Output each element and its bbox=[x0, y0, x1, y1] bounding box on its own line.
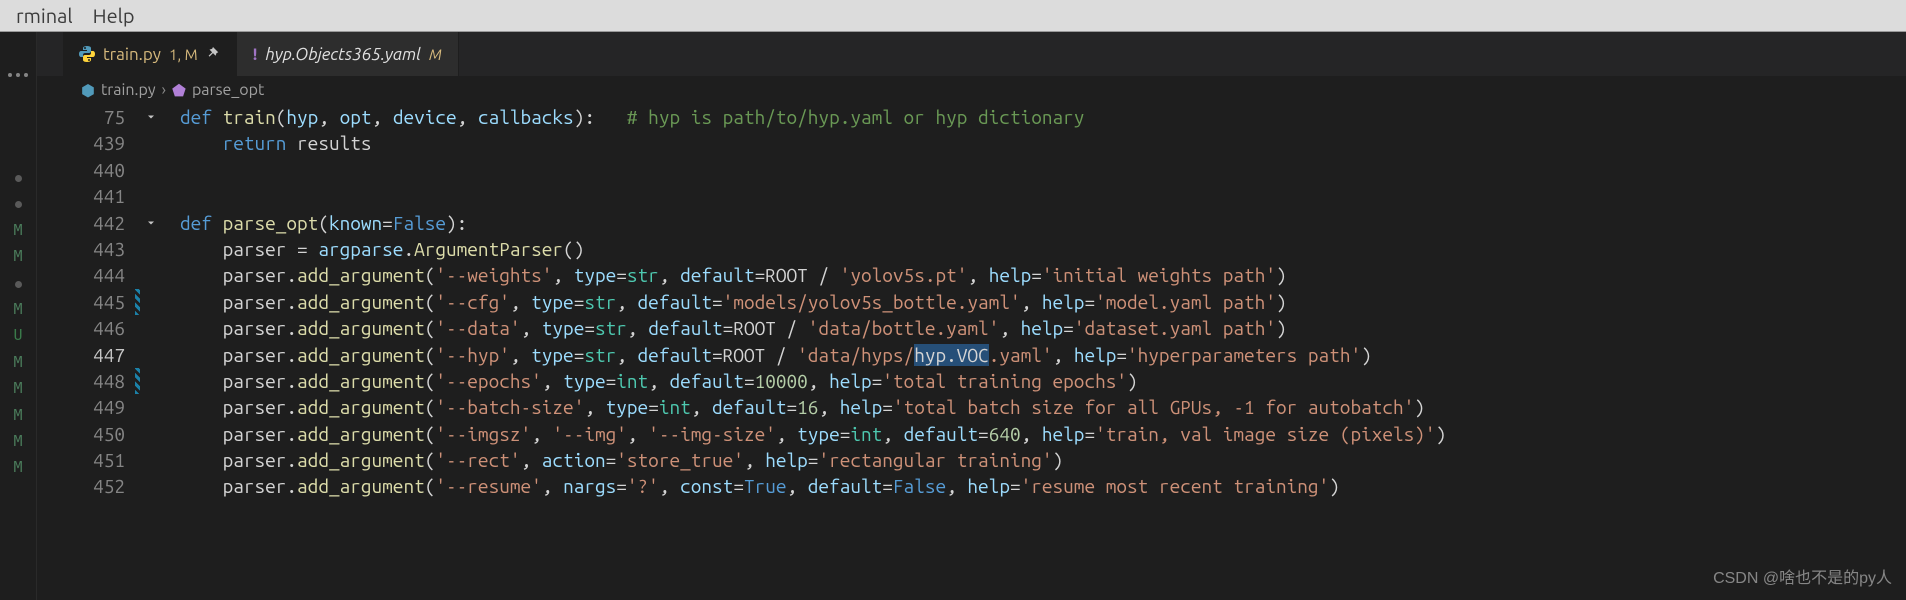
fold-empty bbox=[140, 315, 162, 341]
fold-chevron-down-icon[interactable] bbox=[140, 104, 162, 130]
line-number: 447 bbox=[63, 342, 125, 368]
code-line[interactable]: return results bbox=[180, 130, 1906, 156]
fold-empty bbox=[140, 262, 162, 288]
code-line[interactable] bbox=[180, 157, 1906, 183]
menu-help[interactable]: Help bbox=[83, 4, 145, 27]
editor-app: MMMUMMMMM train.py 1, M ! hyp.Objects365… bbox=[0, 32, 1906, 600]
breadcrumb[interactable]: ⬢ train.py › ⬟ parse_opt bbox=[63, 76, 282, 104]
line-number: 441 bbox=[63, 183, 125, 209]
line-number: 451 bbox=[63, 447, 125, 473]
tab-filename: train.py bbox=[103, 45, 161, 64]
fold-empty bbox=[140, 421, 162, 447]
line-number: 446 bbox=[63, 315, 125, 341]
tab-train-py[interactable]: train.py 1, M bbox=[63, 32, 237, 76]
fold-empty bbox=[140, 342, 162, 368]
fold-empty bbox=[140, 368, 162, 394]
tab-mod-indicator: M bbox=[429, 46, 442, 63]
code-line[interactable]: def parse_opt(known=False): bbox=[180, 210, 1906, 236]
chevron-right-icon: › bbox=[162, 81, 167, 99]
code-line[interactable]: parser.add_argument('--resume', nargs='?… bbox=[180, 473, 1906, 499]
menu-terminal[interactable]: rminal bbox=[6, 4, 83, 27]
code-line[interactable]: parser = argparse.ArgumentParser() bbox=[180, 236, 1906, 262]
line-numbers: 7543944044144244344444544644744844945045… bbox=[63, 104, 135, 600]
fold-chevron-down-icon[interactable] bbox=[140, 210, 162, 236]
fold-gutter bbox=[140, 104, 162, 600]
gutter-mark bbox=[9, 190, 27, 216]
line-number: 439 bbox=[63, 130, 125, 156]
gutter-mark: M bbox=[9, 296, 27, 322]
gutter-mark: M bbox=[9, 217, 27, 243]
line-number: 75 bbox=[63, 104, 125, 130]
code-line[interactable]: parser.add_argument('--hyp', type=str, d… bbox=[180, 342, 1906, 368]
menubar: rminal Help bbox=[0, 0, 1906, 32]
code-line[interactable]: parser.add_argument('--rect', action='st… bbox=[180, 447, 1906, 473]
line-number: 452 bbox=[63, 473, 125, 499]
code-editor[interactable]: 7543944044144244344444544644744844945045… bbox=[37, 104, 1906, 600]
gutter-mark: M bbox=[9, 428, 27, 454]
tab-filename: hyp.Objects365.yaml bbox=[265, 45, 421, 64]
python-icon bbox=[79, 46, 95, 62]
line-number: 440 bbox=[63, 157, 125, 183]
tab-bar: train.py 1, M ! hyp.Objects365.yaml M bbox=[63, 32, 1906, 76]
fold-empty bbox=[140, 157, 162, 183]
fold-empty bbox=[140, 236, 162, 262]
fold-empty bbox=[140, 289, 162, 315]
gutter-mark bbox=[9, 270, 27, 296]
more-icon[interactable] bbox=[8, 64, 28, 86]
fold-empty bbox=[140, 394, 162, 420]
line-number: 448 bbox=[63, 368, 125, 394]
fold-empty bbox=[140, 473, 162, 499]
gutter-mark: M bbox=[9, 349, 27, 375]
gutter-mark: M bbox=[9, 454, 27, 480]
code-line[interactable]: parser.add_argument('--batch-size', type… bbox=[180, 394, 1906, 420]
code-line[interactable]: parser.add_argument('--data', type=str, … bbox=[180, 315, 1906, 341]
line-number: 449 bbox=[63, 394, 125, 420]
tab-hyp-yaml[interactable]: ! hyp.Objects365.yaml M bbox=[237, 32, 459, 76]
line-number: 444 bbox=[63, 262, 125, 288]
breadcrumb-file[interactable]: train.py bbox=[101, 81, 156, 99]
symbol-method-icon: ⬟ bbox=[172, 81, 186, 100]
code-line[interactable] bbox=[180, 183, 1906, 209]
yaml-icon: ! bbox=[253, 45, 258, 64]
code-line[interactable]: parser.add_argument('--weights', type=st… bbox=[180, 262, 1906, 288]
breadcrumb-symbol[interactable]: parse_opt bbox=[192, 81, 264, 99]
code-line[interactable]: parser.add_argument('--imgsz', '--img', … bbox=[180, 421, 1906, 447]
code-line[interactable]: def train(hyp, opt, device, callbacks): … bbox=[180, 104, 1906, 130]
gutter-mark: U bbox=[9, 322, 27, 348]
activity-gutter: MMMUMMMMM bbox=[0, 32, 36, 600]
tab-mod-indicator: 1, M bbox=[169, 46, 198, 63]
line-number: 443 bbox=[63, 236, 125, 262]
gutter-mark: M bbox=[9, 375, 27, 401]
fold-empty bbox=[140, 130, 162, 156]
editor-main: train.py 1, M ! hyp.Objects365.yaml M ⬢ … bbox=[36, 32, 1906, 600]
line-number: 442 bbox=[63, 210, 125, 236]
gutter-mark: M bbox=[9, 243, 27, 269]
fold-empty bbox=[140, 183, 162, 209]
watermark: CSDN @啥也不是的py人 bbox=[1713, 564, 1892, 588]
fold-empty bbox=[140, 447, 162, 473]
code-area[interactable]: def train(hyp, opt, device, callbacks): … bbox=[162, 104, 1906, 600]
line-number: 445 bbox=[63, 289, 125, 315]
gutter-mark bbox=[9, 164, 27, 190]
python-icon: ⬢ bbox=[81, 81, 95, 100]
code-line[interactable]: parser.add_argument('--cfg', type=str, d… bbox=[180, 289, 1906, 315]
code-line[interactable]: parser.add_argument('--epochs', type=int… bbox=[180, 368, 1906, 394]
line-number: 450 bbox=[63, 421, 125, 447]
gutter-mark: M bbox=[9, 402, 27, 428]
pin-icon[interactable] bbox=[206, 47, 220, 61]
